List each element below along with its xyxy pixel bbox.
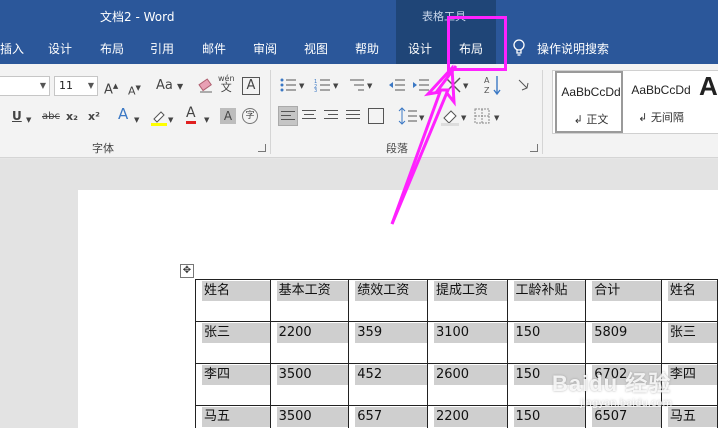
shrink-font-button[interactable]: A▼ — [128, 80, 141, 100]
superscript-button[interactable]: x² — [88, 109, 100, 125]
table-cell[interactable]: 150 — [506, 321, 587, 364]
chinese-layout-dropdown-icon[interactable]: ▼ — [463, 78, 468, 94]
style-no-spacing[interactable]: AaBbCcDd ↲ 无间隔 — [627, 71, 695, 133]
table-cell[interactable]: 合计 — [585, 279, 662, 322]
tab-insert[interactable]: 插入 — [0, 40, 24, 57]
table-cell[interactable]: 452 — [348, 363, 428, 406]
styles-gallery: AaBbCcDd ↲ 正文 AaBbCcDd ↲ 无间隔 A — [552, 70, 718, 134]
table-cell[interactable]: 姓名 — [195, 279, 271, 322]
font-size-value: 11 — [59, 79, 73, 92]
underline-button[interactable]: U — [12, 108, 22, 124]
font-name-combo[interactable]: ▼ — [0, 76, 50, 96]
svg-text:Z: Z — [484, 86, 490, 95]
table-cell[interactable]: 5809 — [585, 321, 662, 364]
table-cell[interactable]: 张三 — [660, 321, 718, 364]
multilevel-dropdown-icon[interactable]: ▼ — [367, 78, 372, 94]
table-cell[interactable]: 李四 — [195, 363, 271, 406]
table-cell[interactable]: 3500 — [269, 405, 350, 428]
multilevel-list-icon[interactable] — [348, 78, 366, 92]
lightbulb-icon — [513, 39, 525, 56]
tab-review[interactable]: 审阅 — [253, 40, 277, 57]
tab-mailings[interactable]: 邮件 — [202, 40, 226, 57]
table-cell[interactable]: 150 — [506, 405, 587, 428]
tab-help[interactable]: 帮助 — [355, 40, 379, 57]
style-normal[interactable]: AaBbCcDd ↲ 正文 — [555, 71, 623, 133]
table-cell[interactable]: 马五 — [195, 405, 271, 428]
tab-references[interactable]: 引用 — [150, 40, 174, 57]
table-cell[interactable]: 359 — [348, 321, 428, 364]
table-cell[interactable]: 657 — [348, 405, 428, 428]
decrease-indent-icon[interactable] — [388, 78, 406, 92]
table-cell[interactable]: 张三 — [195, 321, 271, 364]
change-case-button[interactable]: Aa ▼ — [156, 78, 183, 95]
numbering-icon[interactable]: 123 — [314, 78, 332, 92]
tab-layout[interactable]: 布局 — [100, 40, 124, 57]
table-cell[interactable]: 绩效工资 — [348, 279, 428, 322]
align-left-button[interactable] — [278, 106, 298, 126]
underline-dropdown-icon[interactable]: ▼ — [26, 112, 31, 128]
table-cell[interactable]: 基本工资 — [269, 279, 350, 322]
increase-indent-icon[interactable] — [412, 78, 430, 92]
table-cell[interactable]: 3100 — [426, 321, 508, 364]
table-row: 张三 2200 359 3100 150 5809 张三 — [195, 321, 718, 364]
text-effects-button[interactable]: A — [118, 106, 128, 122]
style-heading-1[interactable]: A — [699, 71, 718, 133]
highlight-icon[interactable] — [150, 108, 168, 126]
clear-formatting-icon[interactable] — [198, 78, 214, 94]
style-name: ↲ 无间隔 — [638, 111, 684, 124]
chinese-layout-icon[interactable] — [444, 76, 462, 94]
ribbon: ▼ 11 ▼ A▲ A▼ Aa ▼ wén 文 A U ▼ abc x₂ x² A … — [0, 64, 718, 158]
borders-icon[interactable] — [474, 108, 490, 124]
table-header-row: 姓名 基本工资 绩效工资 提成工资 工龄补贴 合计 姓名 — [195, 279, 718, 322]
text-effects-dropdown-icon[interactable]: ▼ — [134, 112, 139, 128]
tell-me-search[interactable]: 操作说明搜索 — [537, 40, 609, 57]
phonetic-guide-button[interactable]: wén 文 — [218, 74, 235, 93]
font-color-dropdown-icon[interactable]: ▼ — [204, 112, 209, 128]
table-cell[interactable]: 3500 — [269, 363, 350, 406]
svg-text:3: 3 — [314, 88, 317, 92]
annotation-highlight-box — [447, 16, 507, 71]
bullets-dropdown-icon[interactable]: ▼ — [299, 78, 304, 94]
shading-dropdown-icon[interactable]: ▼ — [461, 110, 466, 126]
font-group-label: 字体 — [92, 142, 114, 155]
grow-font-button[interactable]: A▲ — [104, 78, 118, 98]
sort-icon[interactable]: AZ — [484, 74, 502, 96]
svg-text:A: A — [484, 76, 490, 85]
enclose-characters-button[interactable]: 字 — [242, 108, 258, 124]
line-spacing-dropdown-icon[interactable]: ▼ — [419, 110, 424, 126]
strikethrough-button[interactable]: abc — [42, 109, 60, 125]
table-cell[interactable]: 提成工资 — [426, 279, 508, 322]
subscript-button[interactable]: x₂ — [66, 109, 78, 125]
font-color-button[interactable]: A — [186, 106, 196, 124]
style-name: ↲ 正文 — [573, 113, 609, 126]
shading-icon[interactable] — [440, 106, 460, 126]
borders-dropdown-icon[interactable]: ▼ — [494, 110, 499, 126]
table-move-handle-icon[interactable]: ✥ — [180, 264, 194, 278]
table-cell[interactable]: 2200 — [269, 321, 350, 364]
table-cell[interactable]: 2200 — [426, 405, 508, 428]
tab-design[interactable]: 设计 — [48, 40, 72, 57]
table-cell[interactable]: 工龄补贴 — [506, 279, 587, 322]
line-spacing-icon[interactable] — [398, 106, 418, 126]
font-size-combo[interactable]: 11 ▼ — [54, 76, 98, 96]
distributed-align-button[interactable] — [368, 108, 384, 124]
window-title: 文档2 - Word — [100, 10, 175, 24]
font-dialog-launcher-icon[interactable] — [258, 144, 266, 152]
watermark-url: jingyan.baidu.com — [580, 398, 673, 409]
show-marks-icon[interactable] — [516, 78, 530, 92]
paragraph-dialog-launcher-icon[interactable] — [530, 144, 538, 152]
table-cell[interactable]: 姓名 — [660, 279, 718, 322]
group-separator — [270, 70, 271, 154]
table-cell[interactable]: 2600 — [426, 363, 508, 406]
tab-table-design[interactable]: 设计 — [408, 40, 432, 57]
tab-view[interactable]: 视图 — [304, 40, 328, 57]
character-shading-button[interactable]: A — [220, 108, 236, 124]
highlight-dropdown-icon[interactable]: ▼ — [168, 112, 173, 128]
numbering-dropdown-icon[interactable]: ▼ — [333, 78, 338, 94]
group-separator — [542, 70, 543, 154]
paragraph-group-label: 段落 — [386, 142, 408, 155]
character-border-button[interactable]: A — [242, 77, 260, 95]
watermark-logo: Baidu 经验 — [552, 371, 672, 396]
bullets-icon[interactable] — [280, 78, 298, 92]
